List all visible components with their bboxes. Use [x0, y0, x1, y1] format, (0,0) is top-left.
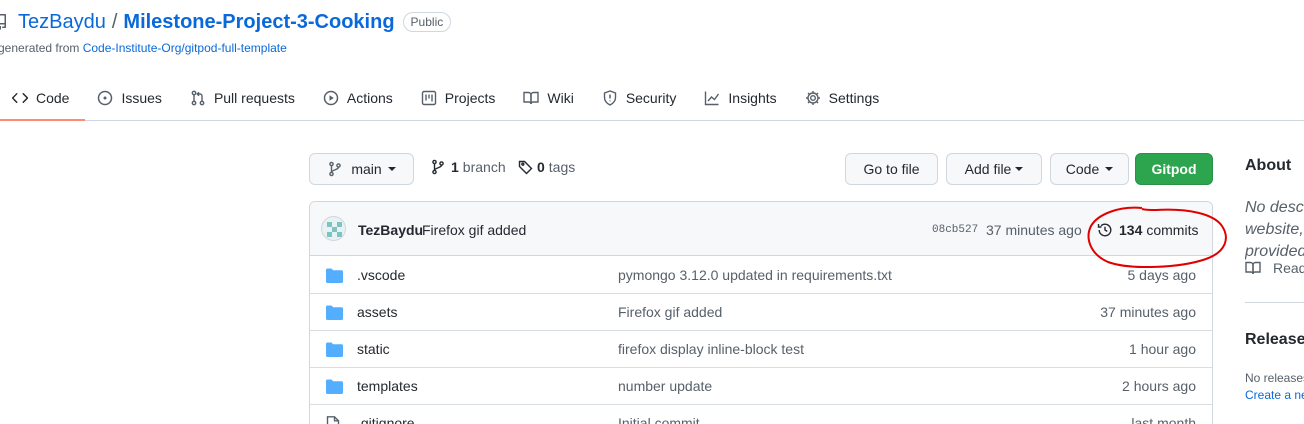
shield-icon	[602, 90, 618, 106]
file-icon	[326, 416, 340, 424]
tag-count: 0	[537, 159, 545, 175]
avatar[interactable]	[321, 216, 346, 241]
sidebar-divider	[1245, 302, 1304, 303]
tab-security[interactable]: Security	[590, 76, 693, 120]
folder-icon	[326, 379, 343, 394]
create-release-link[interactable]: Create a new release	[1245, 388, 1304, 402]
branches-link[interactable]: 1 branch	[430, 159, 506, 175]
file-commit-message[interactable]: pymongo 3.12.0 updated in requirements.t…	[618, 267, 892, 283]
tab-label: Pull requests	[213, 90, 295, 106]
file-commit-message[interactable]: Initial commit	[618, 415, 700, 424]
releases-heading[interactable]: Releases	[1245, 331, 1304, 349]
template-link[interactable]: Code-Institute-Org/gitpod-full-template	[83, 41, 287, 55]
file-commit-message[interactable]: Firefox gif added	[618, 304, 722, 320]
branch-label: branch	[462, 159, 506, 175]
file-commit-message[interactable]: number update	[618, 378, 712, 394]
file-row[interactable]: static firefox display inline-block test…	[310, 331, 1212, 368]
file-name-link[interactable]: assets	[357, 304, 397, 320]
file-name-link[interactable]: .gitignore	[357, 415, 415, 424]
file-row[interactable]: templates number update 2 hours ago	[310, 368, 1212, 405]
file-age: 37 minutes ago	[1100, 304, 1196, 320]
git-branch-icon	[327, 161, 343, 177]
tab-settings[interactable]: Settings	[793, 76, 896, 120]
branch-select-button[interactable]: main	[309, 153, 414, 185]
path-separator: /	[111, 10, 118, 33]
tag-icon	[518, 159, 534, 175]
book-icon	[1245, 260, 1261, 276]
tab-label: Insights	[728, 90, 777, 106]
gear-icon	[805, 90, 821, 106]
folder-icon	[326, 342, 343, 357]
readme-link[interactable]: Readme	[1245, 260, 1304, 276]
branch-name: main	[351, 161, 382, 177]
tab-label: Issues	[121, 90, 162, 106]
generated-from-text: generated from Code-Institute-Org/gitpod…	[0, 41, 287, 55]
file-row[interactable]: .gitignore Initial commit last month	[310, 405, 1212, 424]
tab-label: Settings	[828, 90, 880, 106]
file-commit-message[interactable]: firefox display inline-block test	[618, 341, 804, 357]
git-branch-icon	[430, 159, 446, 175]
tab-actions[interactable]: Actions	[311, 76, 409, 120]
issue-icon	[97, 90, 113, 106]
commit-time: 37 minutes ago	[986, 222, 1082, 238]
red-circle-annotation	[1084, 204, 1230, 270]
pull-request-icon	[190, 90, 206, 106]
add-file-label: Add file	[964, 161, 1012, 177]
commit-author-link[interactable]: TezBaydu	[358, 222, 423, 238]
readme-label: Readme	[1273, 260, 1304, 276]
generated-prefix: generated from	[0, 41, 83, 55]
repo-nav-tabs: Code Issues Pull requests Actions Projec…	[0, 76, 1304, 121]
tab-pull-requests[interactable]: Pull requests	[178, 76, 311, 120]
book-icon	[523, 90, 540, 106]
commit-message-link[interactable]: Firefox gif added	[422, 222, 526, 238]
tab-label: Projects	[444, 90, 496, 106]
tab-label: Security	[625, 90, 677, 106]
latest-commit-bar: TezBaydu Firefox gif added 08cb527 37 mi…	[310, 202, 1212, 256]
file-row[interactable]: assets Firefox gif added 37 minutes ago	[310, 294, 1212, 331]
code-label: Code	[1065, 161, 1100, 177]
tags-link[interactable]: 0 tags	[518, 159, 575, 175]
file-age: 1 hour ago	[1129, 341, 1196, 357]
project-icon	[421, 90, 437, 106]
visibility-badge: Public	[402, 12, 452, 32]
branch-count: 1	[451, 159, 459, 175]
code-dropdown-button[interactable]: Code	[1050, 153, 1129, 185]
no-releases-text: No releases published	[1245, 371, 1304, 385]
gitpod-button[interactable]: Gitpod	[1135, 153, 1213, 185]
tab-wiki[interactable]: Wiki	[511, 76, 589, 120]
go-to-file-button[interactable]: Go to file	[845, 153, 938, 185]
folder-icon	[326, 305, 343, 320]
repo-icon	[0, 14, 8, 30]
tab-issues[interactable]: Issues	[85, 76, 177, 120]
tab-code[interactable]: Code	[0, 76, 86, 121]
caret-down-icon	[387, 167, 396, 171]
about-heading: About	[1245, 157, 1292, 174]
tab-label: Actions	[346, 90, 393, 106]
play-icon	[323, 90, 339, 106]
caret-down-icon	[1015, 167, 1024, 171]
file-row[interactable]: .vscode pymongo 3.12.0 updated in requir…	[310, 257, 1212, 294]
about-description: No description, website, or topics provi…	[1245, 199, 1304, 260]
tab-label: Wiki	[547, 90, 574, 106]
code-icon	[12, 90, 28, 106]
repo-owner-link[interactable]: TezBaydu	[18, 11, 106, 34]
caret-down-icon	[1105, 167, 1114, 171]
tab-insights[interactable]: Insights	[692, 76, 792, 120]
folder-icon	[326, 268, 343, 283]
repo-name-link[interactable]: Milestone-Project-3-Cooking	[123, 11, 394, 34]
commit-sha-link[interactable]: 08cb527	[932, 224, 978, 236]
tag-label: tags	[548, 159, 576, 175]
file-list-box: TezBaydu Firefox gif added 08cb527 37 mi…	[309, 201, 1213, 424]
file-name-link[interactable]: .vscode	[357, 267, 405, 283]
tab-projects[interactable]: Projects	[409, 76, 512, 120]
file-age: 2 hours ago	[1122, 378, 1196, 394]
file-name-link[interactable]: static	[357, 341, 390, 357]
file-age: last month	[1131, 415, 1196, 424]
file-name-link[interactable]: templates	[357, 378, 418, 394]
graph-icon	[704, 90, 720, 106]
add-file-button[interactable]: Add file	[946, 153, 1042, 185]
tab-label: Code	[36, 90, 70, 106]
repo-title-row: TezBaydu / Milestone-Project-3-Cooking P…	[0, 9, 452, 35]
